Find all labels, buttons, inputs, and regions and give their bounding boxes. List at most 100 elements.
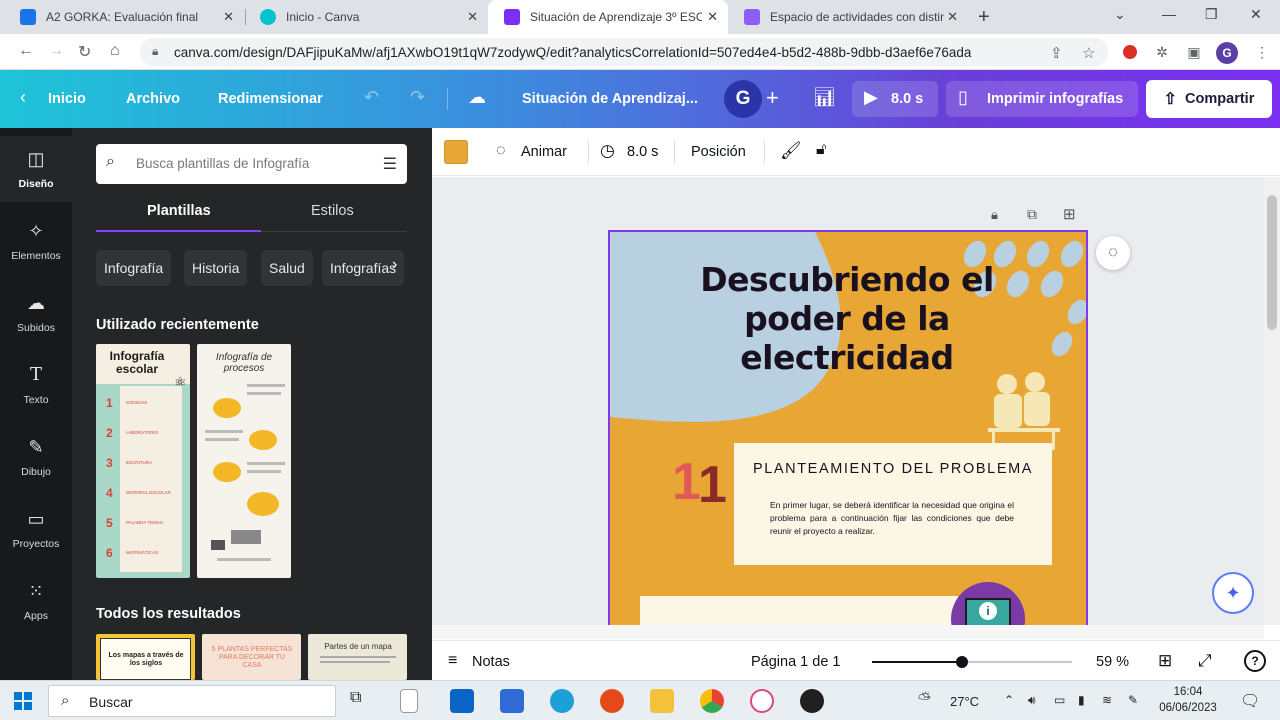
weather-cloud-icon[interactable]: ⛅︎ [918, 691, 931, 709]
tab-styles[interactable]: Estilos [311, 203, 354, 219]
resize-button[interactable]: Redimensionar [218, 91, 323, 107]
speaker-icon[interactable]: 🔊︎ [1028, 693, 1036, 708]
user-avatar[interactable]: G [724, 80, 762, 118]
rail-item-uploads[interactable]: ☁ Subidos [0, 280, 72, 346]
clock[interactable]: 16:04 06/06/2023 [1156, 684, 1220, 716]
lock-icon[interactable]: 🔒︎ [152, 44, 158, 59]
notifications-icon[interactable]: 🗨︎ [1240, 691, 1260, 711]
close-icon[interactable]: ✕ [223, 9, 234, 25]
profile-avatar[interactable]: G [1216, 42, 1238, 64]
paint-roller-icon[interactable]: 🖌︎ [780, 141, 802, 161]
minimize-icon[interactable]: — [1162, 6, 1176, 22]
chrome-icon[interactable] [700, 689, 724, 713]
taskbar-search-input[interactable]: ⌕ Buscar [48, 685, 336, 717]
vertical-scrollbar-thumb[interactable] [1267, 195, 1277, 330]
browser-tab-evaluacion[interactable]: A2 GORKA: Evaluación final ✕ [4, 0, 244, 34]
snipping-tool-icon[interactable] [750, 689, 774, 713]
pen-tray-icon[interactable]: ✎ [1128, 693, 1138, 707]
chevron-right-icon[interactable]: › [392, 256, 397, 274]
extension-red-icon[interactable] [1120, 42, 1140, 62]
chip-salud[interactable]: Salud [261, 250, 313, 286]
share-button[interactable]: ⇧ Compartir [1146, 80, 1272, 118]
back-arrow-icon[interactable]: ← [18, 42, 34, 60]
chevron-left-icon[interactable]: ‹ [20, 87, 26, 108]
forward-arrow-icon[interactable]: → [48, 42, 64, 60]
design-title[interactable]: Descubriendo el poder de la electricidad [672, 260, 1022, 377]
step-number[interactable]: 1 [672, 452, 701, 512]
zoom-slider[interactable] [872, 656, 1072, 668]
rail-item-design[interactable]: ◫ Diseño [0, 136, 72, 202]
edge-icon[interactable] [550, 689, 574, 713]
print-pill[interactable] [946, 81, 1138, 117]
restore-icon[interactable]: ❐ [1205, 6, 1218, 23]
second-box[interactable] [640, 596, 958, 625]
tray-expand-icon[interactable]: ⌃ [1004, 693, 1014, 707]
file-icon[interactable] [400, 689, 418, 713]
cloud-saved-icon[interactable]: ☁ [468, 87, 486, 108]
grid-view-icon[interactable]: ⊞ [1158, 651, 1172, 671]
task-view-icon[interactable]: ⧉ [350, 689, 374, 713]
battery-icon[interactable]: ▮ [1078, 693, 1085, 707]
add-collaborator-plus-icon[interactable]: + [766, 85, 779, 111]
address-bar[interactable]: 🔒︎ canva.com/design/DAFjipuKaMw/afj1AXwb… [140, 38, 1108, 66]
add-comment-button[interactable]: ◌ [1096, 236, 1130, 270]
help-icon[interactable]: ? [1244, 650, 1266, 672]
magic-assistant-button[interactable]: ✦ [1212, 572, 1254, 614]
template-thumb-infografia-escolar[interactable]: Infografía escolar ⚛ 123456 CIENCIAS LABO… [96, 344, 190, 578]
template-search-input[interactable]: ⌕ Busca plantillas de Infografía ☰ [96, 144, 407, 184]
undo-icon[interactable]: ↶ [364, 87, 379, 108]
close-icon[interactable]: ✕ [947, 9, 958, 25]
media-player-icon[interactable] [600, 689, 624, 713]
new-tab-plus-icon[interactable]: + [978, 6, 990, 29]
window-close-icon[interactable]: ✕ [1250, 6, 1262, 23]
share-page-icon[interactable]: ⇪ [1050, 44, 1063, 62]
duplicate-page-icon[interactable]: ⧉ [1027, 206, 1037, 223]
fullscreen-icon[interactable]: ⤢ [1198, 651, 1212, 671]
filter-sliders-icon[interactable]: ☰ [383, 154, 397, 174]
chrome-menu-icon[interactable]: ⋮ [1252, 42, 1272, 62]
mail-icon[interactable] [450, 689, 474, 713]
display-icon[interactable]: ▭ [1054, 693, 1065, 707]
file-explorer-icon[interactable] [650, 689, 674, 713]
temperature[interactable]: 27°C [950, 694, 979, 709]
side-panel-icon[interactable]: ▣ [1184, 42, 1204, 62]
redo-icon[interactable]: ↷ [410, 87, 425, 108]
home-button[interactable]: Inicio [48, 91, 86, 107]
browser-tab-canva-home[interactable]: Inicio - Canva ✕ [244, 0, 488, 34]
browser-tab-espacio[interactable]: Espacio de actividades con distin ✕ [728, 0, 968, 34]
url-text[interactable]: canva.com/design/DAFjipuKaMw/afj1AXwbO19… [174, 45, 971, 60]
template-thumb-mapas[interactable]: Los mapas a través de los siglos [96, 634, 195, 680]
rail-item-draw[interactable]: ✎ Dibujo [0, 424, 72, 490]
close-icon[interactable]: ✕ [707, 9, 718, 25]
lock-page-icon[interactable]: 🔒︎ [991, 207, 998, 223]
rail-item-text[interactable]: T Texto [0, 352, 72, 418]
rail-item-apps[interactable]: ⁙ Apps [0, 568, 72, 634]
windows-start-icon[interactable] [14, 692, 32, 710]
design-page[interactable]: 1 Descubriendo el poder de la electricid… [608, 230, 1088, 625]
bookmark-star-icon[interactable]: ☆ [1082, 44, 1095, 62]
rail-item-projects[interactable]: ▭ Proyectos [0, 496, 72, 562]
add-page-icon[interactable]: ⊞ [1063, 205, 1076, 223]
horizontal-scrollbar[interactable] [432, 625, 1264, 639]
chip-infografia[interactable]: Infografía [96, 250, 172, 286]
tab-templates[interactable]: Plantillas [147, 203, 211, 219]
close-icon[interactable]: ✕ [467, 9, 478, 25]
design-title[interactable]: Situación de Aprendizaj... [522, 91, 698, 107]
wifi-icon[interactable]: ≋ [1102, 693, 1112, 707]
tab-search-chevron-icon[interactable]: ⌄ [1114, 6, 1126, 23]
page-indicator[interactable]: Página 1 de 1 [751, 654, 841, 670]
template-thumb-infografia-procesos[interactable]: Infografía de procesos [197, 344, 291, 578]
browser-tab-situacion-active[interactable]: Situación de Aprendizaje 3º ESO ✕ [488, 0, 728, 34]
problem-box[interactable]: PLANTEAMIENTO DEL PROBLEMA En primer lug… [734, 443, 1052, 565]
notes-button[interactable]: Notas [472, 654, 510, 670]
template-thumb-plantas[interactable]: 5 PLANTAS PERFECTAS PARA DECORAR TU CASA [202, 634, 301, 680]
extensions-puzzle-icon[interactable]: ✲ [1152, 42, 1172, 62]
insights-chart-icon[interactable]: 📊︎ [813, 87, 836, 108]
recorder-icon[interactable] [800, 689, 824, 713]
zoom-level[interactable]: 59 % [1096, 654, 1129, 670]
background-color-swatch[interactable] [444, 140, 468, 164]
rail-item-elements[interactable]: ✧ Elementos [0, 208, 72, 274]
home-icon[interactable]: ⌂ [110, 42, 120, 60]
position-button[interactable]: Posición [691, 144, 746, 160]
zoom-slider-knob[interactable] [956, 656, 968, 668]
